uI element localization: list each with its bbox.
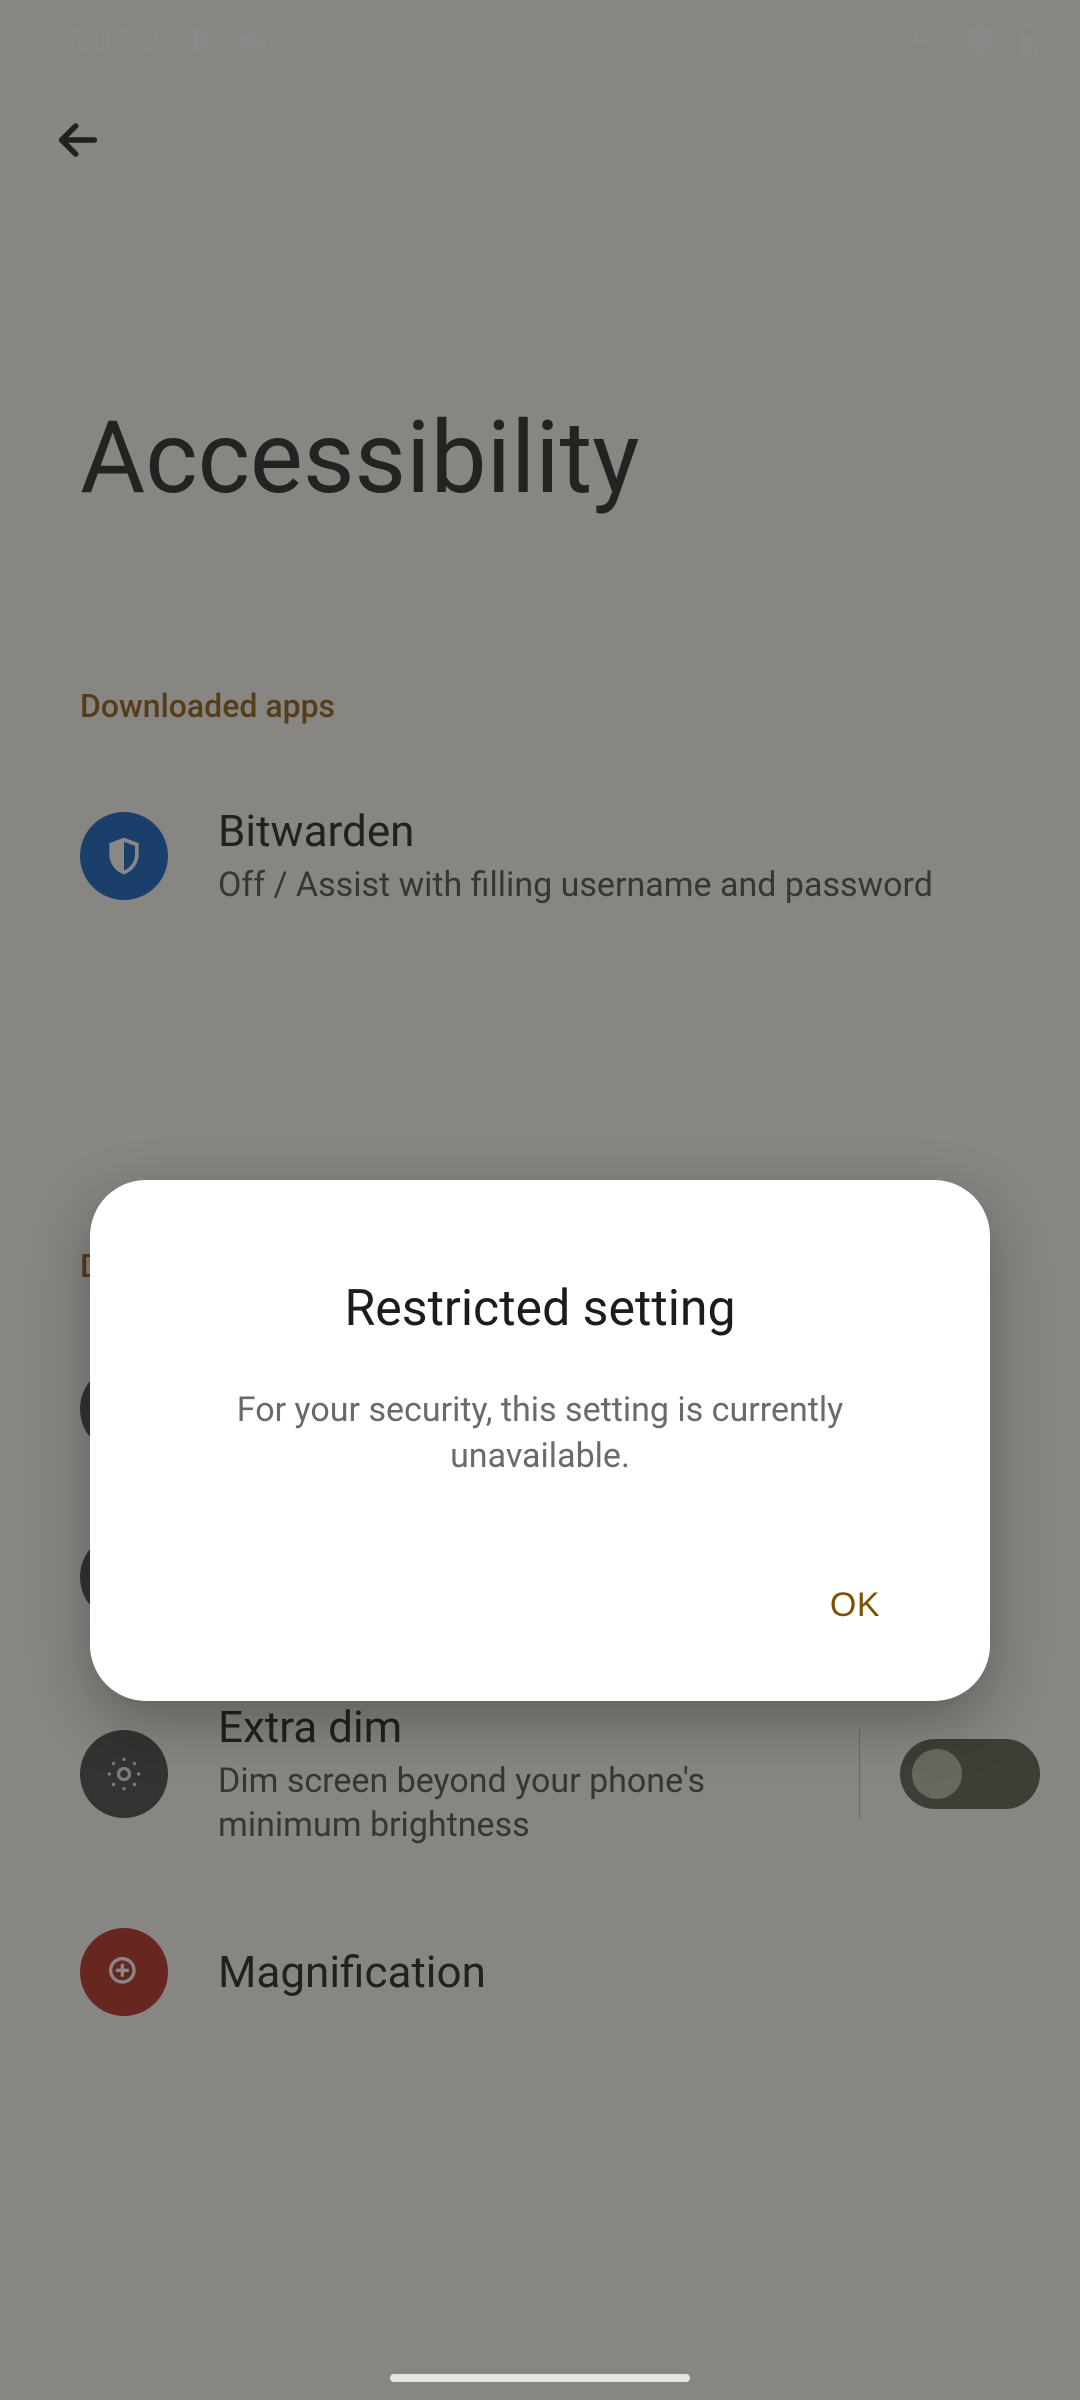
dialog-title: Restricted setting	[344, 1280, 735, 1338]
ok-button[interactable]: OK	[810, 1570, 900, 1641]
dialog-body: For your security, this setting is curre…	[190, 1388, 890, 1480]
dialog-restricted-setting: Restricted setting For your security, th…	[90, 1180, 990, 1701]
nav-indicator[interactable]	[390, 2374, 690, 2382]
